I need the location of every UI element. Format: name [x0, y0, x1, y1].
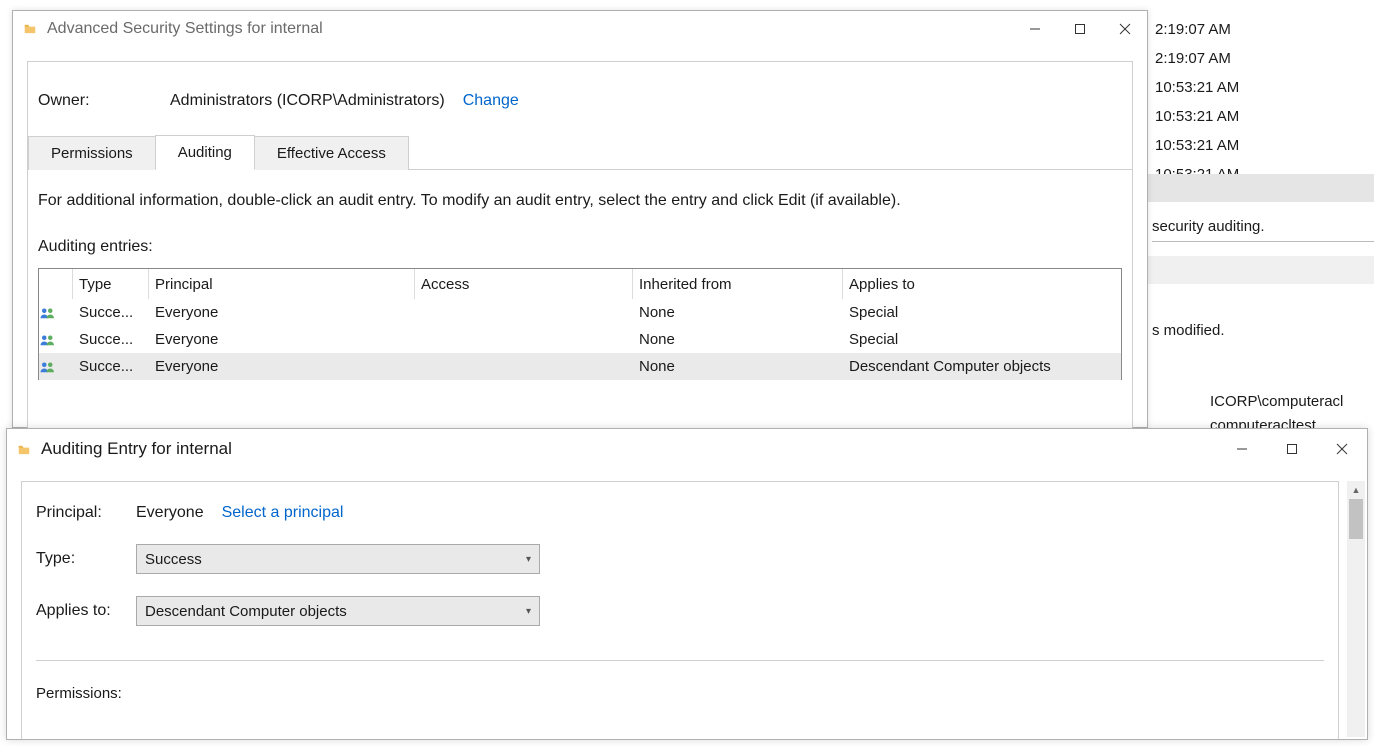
cell-applies: Special — [843, 304, 1121, 321]
bg-divider — [1148, 256, 1374, 284]
owner-row: Owner: Administrators (ICORP\Administrat… — [28, 62, 1132, 134]
win2-title: Auditing Entry for internal — [41, 439, 232, 459]
tab-auditing[interactable]: Auditing — [155, 135, 255, 170]
minimize-button[interactable] — [1012, 11, 1057, 47]
cell-inherited: None — [633, 358, 843, 375]
cell-inherited: None — [633, 331, 843, 348]
cell-principal: Everyone — [149, 331, 415, 348]
type-label: Type: — [36, 550, 136, 568]
window-controls — [1217, 429, 1367, 469]
bg-time: 10:53:21 AM — [1155, 131, 1239, 160]
bg-time: 2:19:07 AM — [1155, 15, 1239, 44]
people-icon — [39, 306, 73, 320]
principal-label: Principal: — [36, 504, 136, 522]
cell-type: Succe... — [73, 358, 149, 375]
cell-inherited: None — [633, 304, 843, 321]
col-applies-header[interactable]: Applies to — [843, 269, 1121, 299]
chevron-down-icon: ▾ — [526, 554, 531, 565]
people-icon — [39, 333, 73, 347]
bg-divider — [1148, 174, 1374, 202]
bg-timestamps: 2:19:07 AM 2:19:07 AM 10:53:21 AM 10:53:… — [1155, 15, 1239, 189]
tab-permissions[interactable]: Permissions — [28, 136, 156, 170]
bg-account: ICORP\computeracl — [1210, 390, 1343, 414]
col-access-header[interactable]: Access — [415, 269, 633, 299]
owner-value: Administrators (ICORP\Administrators) — [170, 92, 445, 110]
advanced-security-settings-window: Advanced Security Settings for internal … — [12, 10, 1148, 428]
applies-to-dropdown-value: Descendant Computer objects — [145, 603, 347, 620]
bg-time: 10:53:21 AM — [1155, 102, 1239, 131]
col-icon-header[interactable] — [39, 269, 73, 299]
change-owner-link[interactable]: Change — [463, 92, 519, 110]
cell-type: Succe... — [73, 331, 149, 348]
close-button[interactable] — [1102, 11, 1147, 47]
win1-titlebar[interactable]: Advanced Security Settings for internal — [13, 11, 1147, 47]
applies-to-label: Applies to: — [36, 602, 136, 620]
maximize-button[interactable] — [1267, 429, 1317, 469]
principal-value: Everyone — [136, 504, 204, 522]
table-row[interactable]: Succe...Everyone NoneSpecial — [39, 326, 1121, 353]
win1-title: Advanced Security Settings for internal — [47, 20, 323, 38]
folder-icon — [17, 442, 31, 456]
permissions-section: Permissions: — [36, 660, 1324, 702]
maximize-button[interactable] — [1057, 11, 1102, 47]
principal-row: Principal: Everyone Select a principal — [36, 504, 1324, 522]
table-body: Succe...EveryoneNoneSpecialSucce...Every… — [39, 299, 1121, 380]
tab-effective-access[interactable]: Effective Access — [254, 136, 409, 170]
cell-type: Succe... — [73, 304, 149, 321]
select-principal-link[interactable]: Select a principal — [222, 504, 344, 522]
col-type-header[interactable]: Type — [73, 269, 149, 299]
type-row: Type: Success ▾ — [36, 544, 1324, 574]
table-header: Type Principal Access Inherited from App… — [39, 269, 1121, 299]
bg-security-auditing-text: security auditing. — [1152, 218, 1374, 242]
cell-principal: Everyone — [149, 304, 415, 321]
applies-to-row: Applies to: Descendant Computer objects … — [36, 596, 1324, 626]
tab-strip: Permissions Auditing Effective Access — [28, 134, 1132, 170]
permissions-label: Permissions: — [36, 685, 122, 702]
win1-content: Owner: Administrators (ICORP\Administrat… — [27, 61, 1133, 447]
folder-icon — [23, 22, 37, 36]
close-button[interactable] — [1317, 429, 1367, 469]
cell-applies: Special — [843, 331, 1121, 348]
scroll-thumb[interactable] — [1349, 499, 1363, 539]
auditing-entries-label: Auditing entries: — [28, 218, 1132, 262]
bg-modified-text: s modified. — [1152, 322, 1225, 339]
cell-principal: Everyone — [149, 358, 415, 375]
scroll-up-icon[interactable]: ▲ — [1347, 481, 1365, 499]
window-controls — [1012, 11, 1147, 47]
win2-titlebar[interactable]: Auditing Entry for internal — [7, 429, 1367, 469]
type-dropdown-value: Success — [145, 551, 202, 568]
owner-label: Owner: — [38, 92, 170, 110]
table-row[interactable]: Succe...Everyone NoneSpecial — [39, 299, 1121, 326]
vertical-scrollbar[interactable]: ▲ — [1347, 481, 1365, 737]
auditing-entries-table: Type Principal Access Inherited from App… — [38, 268, 1122, 380]
col-principal-header[interactable]: Principal — [149, 269, 415, 299]
type-dropdown[interactable]: Success ▾ — [136, 544, 540, 574]
bg-time: 10:53:21 AM — [1155, 73, 1239, 102]
minimize-button[interactable] — [1217, 429, 1267, 469]
auditing-entry-window: Auditing Entry for internal ▲ Principal:… — [6, 428, 1368, 740]
people-icon — [39, 360, 73, 374]
col-inherited-header[interactable]: Inherited from — [633, 269, 843, 299]
applies-to-dropdown[interactable]: Descendant Computer objects ▾ — [136, 596, 540, 626]
auditing-instructions: For additional information, double-click… — [28, 170, 1132, 218]
chevron-down-icon: ▾ — [526, 606, 531, 617]
cell-applies: Descendant Computer objects — [843, 358, 1121, 375]
win2-content: Principal: Everyone Select a principal T… — [21, 481, 1339, 739]
bg-time: 2:19:07 AM — [1155, 44, 1239, 73]
table-row[interactable]: Succe...Everyone NoneDescendant Computer … — [39, 353, 1121, 380]
